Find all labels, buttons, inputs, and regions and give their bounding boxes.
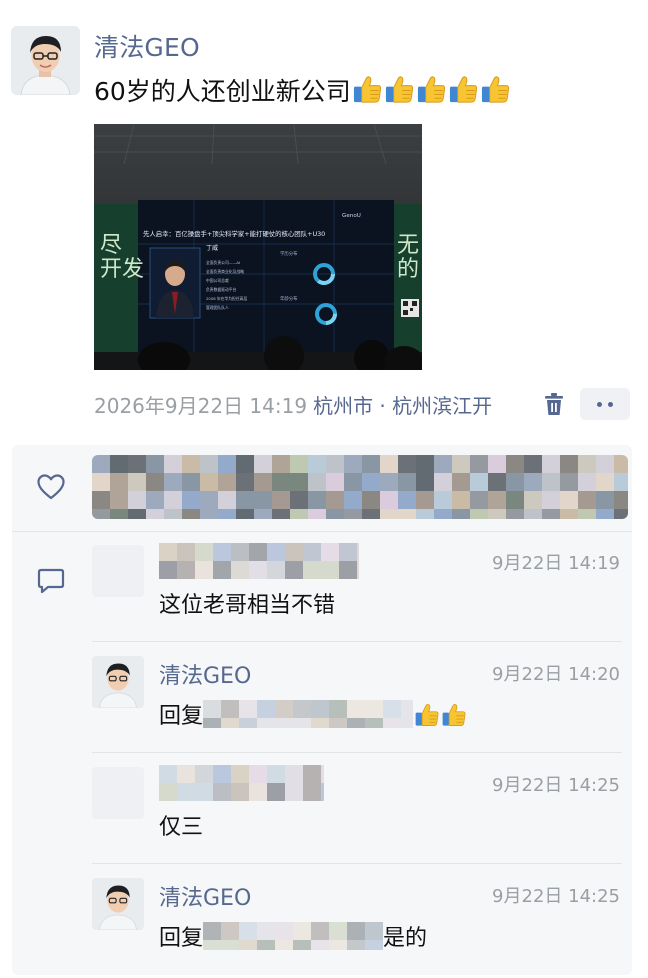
slide-list-item: 管理团队队人 xyxy=(206,305,229,310)
comment-time: 9月22日 14:19 xyxy=(492,553,620,574)
post-meta: 2026年9月22日 14:19 杭州市 · 杭州滨江开 xyxy=(94,390,492,419)
thumbs-up-emoji xyxy=(385,76,413,103)
reply-suffix: 是的 xyxy=(383,926,428,951)
commenter-name-blurred[interactable] xyxy=(159,543,359,579)
comment-item[interactable]: 9月22日 14:25 仅三 xyxy=(92,752,622,863)
commenter-avatar[interactable] xyxy=(92,656,144,708)
slide-list-item: 全面负责公司——AI xyxy=(206,260,240,265)
chart-label-1: 学历分布 xyxy=(280,250,298,257)
commenter-name[interactable]: 清法GEO xyxy=(159,658,251,690)
right-banner: 无的 xyxy=(397,233,419,282)
thumbs-up-emoji xyxy=(417,76,445,103)
author-name[interactable]: 清法GEO xyxy=(94,28,200,64)
commenter-name-blurred[interactable] xyxy=(159,765,324,801)
slide-list-item: 中国公司总裁 xyxy=(206,278,229,283)
thumbs-up-emoji xyxy=(442,704,466,726)
comment-text: 仅三 xyxy=(159,815,204,840)
liker-names-blurred[interactable] xyxy=(92,455,628,519)
comment-item[interactable]: 清法GEO 9月22日 14:25 回复 是的 xyxy=(92,863,622,974)
comment-text: 回复 xyxy=(159,698,467,730)
thumbs-up-emoji xyxy=(353,76,381,103)
more-icon xyxy=(597,402,602,407)
trash-icon xyxy=(545,393,563,415)
comment-time: 9月22日 14:25 xyxy=(492,775,620,796)
author-avatar[interactable] xyxy=(11,26,80,95)
likes-row xyxy=(12,445,632,532)
interaction-panel: 9月22日 14:19 这位老哥相当不错 清法GEO 9月22日 14:20 回… xyxy=(12,445,632,975)
comment-icon xyxy=(37,568,65,594)
comment-time: 9月22日 14:20 xyxy=(492,664,620,685)
comment-text: 这位老哥相当不错 xyxy=(159,593,336,618)
comment-item[interactable]: 清法GEO 9月22日 14:20 回复 xyxy=(92,641,622,752)
post-text-content: 60岁的人还创业新公司 xyxy=(94,77,351,106)
slide-list-item: 全面负责商业化及战略 xyxy=(206,269,244,274)
post-text: 60岁的人还创业新公司 xyxy=(94,72,511,108)
reply-target-blurred[interactable] xyxy=(203,922,384,950)
post-location[interactable]: 杭州市 · 杭州滨江开 xyxy=(313,394,492,418)
post-photo[interactable]: 先人启幸：百亿操盘手+顶尖科学家+能打硬仗的核心团队+U30 丁威 全面负责公司… xyxy=(94,124,422,370)
right-logo: GenoU xyxy=(342,213,361,219)
slide-list-item: 负责数据驱动平台 xyxy=(206,287,237,292)
thumbs-group xyxy=(351,76,511,106)
comment-text: 回复 是的 xyxy=(159,920,427,952)
more-button[interactable] xyxy=(580,388,630,420)
comment-time: 9月22日 14:25 xyxy=(492,886,620,907)
reply-prefix: 回复 xyxy=(159,704,204,729)
thumbs-group xyxy=(413,704,467,729)
commenter-name[interactable]: 清法GEO xyxy=(159,880,251,912)
reply-prefix: 回复 xyxy=(159,926,204,951)
thumbs-up-emoji xyxy=(415,704,439,726)
heart-icon xyxy=(37,474,65,500)
comment-item[interactable]: 9月22日 14:19 这位老哥相当不错 xyxy=(92,531,622,641)
thumbs-up-emoji xyxy=(481,76,509,103)
delete-button[interactable] xyxy=(540,390,568,418)
speaker-name: 丁威 xyxy=(206,244,218,252)
thumbs-up-emoji xyxy=(449,76,477,103)
post-date: 2026年9月22日 14:19 xyxy=(94,394,308,418)
commenter-avatar-blurred[interactable] xyxy=(92,767,144,819)
reply-target-blurred[interactable] xyxy=(203,700,414,728)
commenter-avatar-blurred[interactable] xyxy=(92,545,144,597)
slide-title: 先人启幸：百亿操盘手+顶尖科学家+能打硬仗的核心团队+U30 xyxy=(143,229,325,238)
chart-label-2: 年龄分布 xyxy=(280,295,298,302)
slide-list-item: 2008 年在华为担任高层 xyxy=(206,296,247,301)
commenter-avatar[interactable] xyxy=(92,878,144,930)
